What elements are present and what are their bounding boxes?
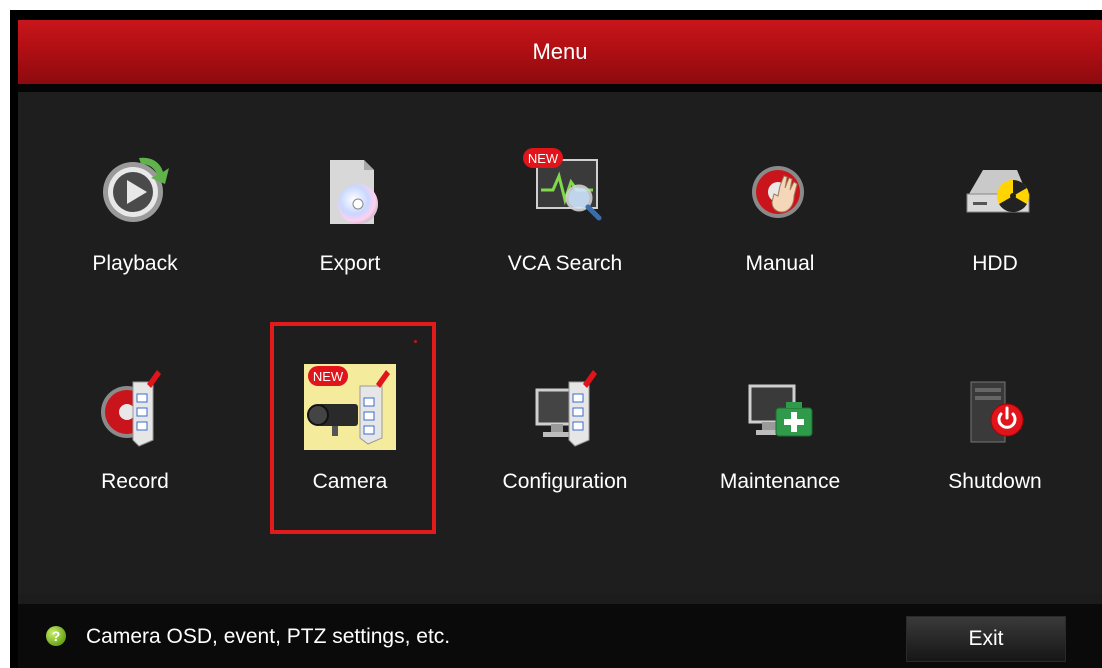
menu-label: Configuration bbox=[502, 470, 628, 493]
hdd-icon bbox=[966, 170, 1030, 213]
manual-record-hand-icon bbox=[752, 166, 804, 218]
menu-grid: Playback Export NEW VCA Search Manual HD… bbox=[18, 92, 1102, 594]
title-bar: Menu bbox=[18, 20, 1102, 84]
menu-item-shutdown[interactable]: Shutdown bbox=[890, 360, 1100, 530]
menu-item-playback[interactable]: Playback bbox=[30, 142, 240, 312]
menu-label: Maintenance bbox=[719, 470, 841, 493]
help-icon: ? bbox=[46, 626, 66, 646]
new-badge-text: NEW bbox=[313, 369, 344, 384]
title-separator bbox=[18, 84, 1102, 92]
menu-item-export[interactable]: Export bbox=[245, 142, 455, 312]
new-badge-text: NEW bbox=[528, 151, 559, 166]
menu-label: VCA Search bbox=[507, 252, 623, 275]
vca-search-icon: NEW bbox=[523, 148, 602, 221]
exit-button[interactable]: Exit bbox=[906, 616, 1066, 662]
menu-item-manual[interactable]: Manual bbox=[675, 142, 885, 312]
record-schedule-icon bbox=[101, 370, 161, 447]
hint-text: Camera OSD, event, PTZ settings, etc. bbox=[86, 625, 451, 648]
menu-item-maintenance[interactable]: Maintenance bbox=[675, 360, 885, 530]
menu-item-configuration[interactable]: Configuration bbox=[460, 360, 670, 530]
menu-label: Manual bbox=[745, 252, 815, 275]
menu-item-record[interactable]: Record bbox=[30, 360, 240, 530]
playback-icon bbox=[103, 157, 169, 222]
menu-label: Shutdown bbox=[948, 470, 1042, 493]
menu-label: HDD bbox=[972, 252, 1018, 275]
menu-label: Camera bbox=[312, 470, 388, 493]
menu-item-hdd[interactable]: HDD bbox=[890, 142, 1100, 312]
cursor-dot bbox=[414, 340, 417, 343]
menu-window: Menu Playback Export NEW VCA Search Manu… bbox=[18, 20, 1102, 668]
shutdown-icon bbox=[970, 381, 1024, 443]
camera-settings-icon: NEW bbox=[304, 364, 396, 450]
menu-item-camera[interactable]: NEW Camera bbox=[245, 360, 455, 530]
status-bar: ? Camera OSD, event, PTZ settings, etc. … bbox=[18, 604, 1102, 668]
configuration-icon bbox=[535, 370, 597, 447]
menu-label: Export bbox=[319, 252, 381, 275]
maintenance-icon bbox=[748, 384, 813, 437]
menu-label: Record bbox=[101, 470, 169, 493]
export-disc-icon bbox=[330, 160, 378, 224]
menu-label: Playback bbox=[92, 252, 178, 275]
window-title: Menu bbox=[532, 39, 588, 64]
menu-item-vca-search[interactable]: NEW VCA Search bbox=[460, 142, 670, 312]
